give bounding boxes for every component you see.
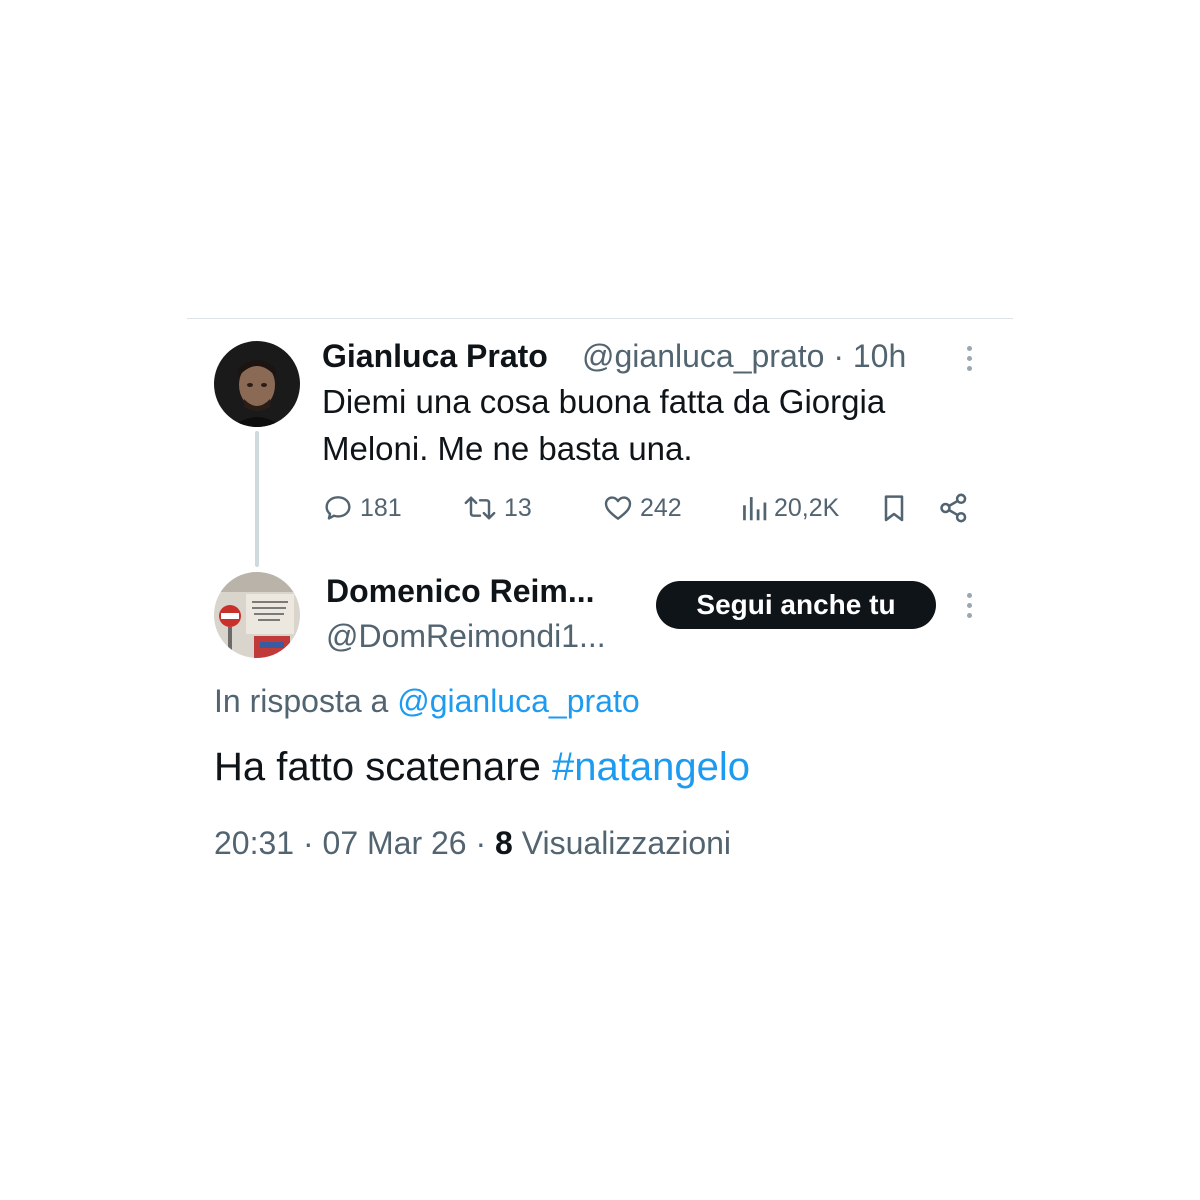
- tweet-text-line-1: Diemi una cosa buona fatta da Giorgia: [322, 383, 886, 420]
- author-handle-line: @gianluca_prato · 10h: [582, 338, 906, 375]
- repost-count: 13: [504, 493, 532, 522]
- author-handle[interactable]: @gianluca_prato: [582, 338, 824, 374]
- bookmark-icon: [884, 495, 904, 522]
- tweet-timestamp[interactable]: 20:31: [214, 825, 294, 861]
- reply-button[interactable]: 181: [322, 490, 402, 526]
- reply-author-handle[interactable]: @DomReimondi1...: [326, 618, 606, 655]
- tweet-time[interactable]: 10h: [853, 338, 906, 374]
- like-count: 242: [640, 493, 682, 522]
- share-button[interactable]: [937, 490, 971, 526]
- author-name[interactable]: Gianluca Prato: [322, 338, 548, 375]
- meta-separator: ·: [302, 825, 314, 861]
- reply-context: In risposta a @gianluca_prato: [214, 683, 640, 720]
- top-divider: [187, 318, 1013, 319]
- thread-connector-line: [255, 431, 259, 567]
- reply-text-body: Ha fatto scatenare: [214, 745, 541, 789]
- views-number: 8: [495, 825, 513, 861]
- more-vertical-icon[interactable]: [965, 593, 973, 618]
- separator-dot: ·: [833, 338, 844, 374]
- tweet-text-line-2: Meloni. Me ne basta una.: [322, 430, 693, 467]
- tweet-meta: 20:31 · 07 Mar 26 · 8 Visualizzazioni: [214, 825, 731, 862]
- meta-separator: ·: [475, 825, 487, 861]
- reply-count: 181: [360, 493, 402, 522]
- reply-author-avatar[interactable]: [214, 572, 300, 658]
- like-button[interactable]: 242: [602, 490, 682, 526]
- more-vertical-icon[interactable]: [965, 346, 973, 371]
- repost-button[interactable]: 13: [462, 490, 532, 526]
- follow-button[interactable]: Segui anche tu: [656, 581, 936, 629]
- views-button[interactable]: 20,2K: [740, 490, 839, 526]
- views-count: 20,2K: [774, 493, 840, 522]
- tweet-date[interactable]: 07 Mar 26: [323, 825, 467, 861]
- reply-author-name[interactable]: Domenico Reim...: [326, 573, 595, 610]
- tweet-text: Diemi una cosa buona fatta da Giorgia Me…: [322, 378, 962, 472]
- heart-icon: [604, 496, 632, 520]
- author-avatar[interactable]: [214, 341, 300, 427]
- reply-prefix: In risposta a: [214, 683, 389, 719]
- analytics-icon: [743, 497, 767, 521]
- reply-icon: [325, 496, 351, 520]
- reply-to-handle-link[interactable]: @gianluca_prato: [397, 683, 639, 719]
- repost-icon: [464, 496, 496, 520]
- bookmark-button[interactable]: [878, 490, 910, 526]
- hashtag-link[interactable]: #natangelo: [552, 745, 750, 789]
- views-label: Visualizzazioni: [521, 825, 732, 861]
- share-icon: [940, 493, 967, 523]
- reply-text: Ha fatto scatenare #natangelo: [214, 745, 750, 790]
